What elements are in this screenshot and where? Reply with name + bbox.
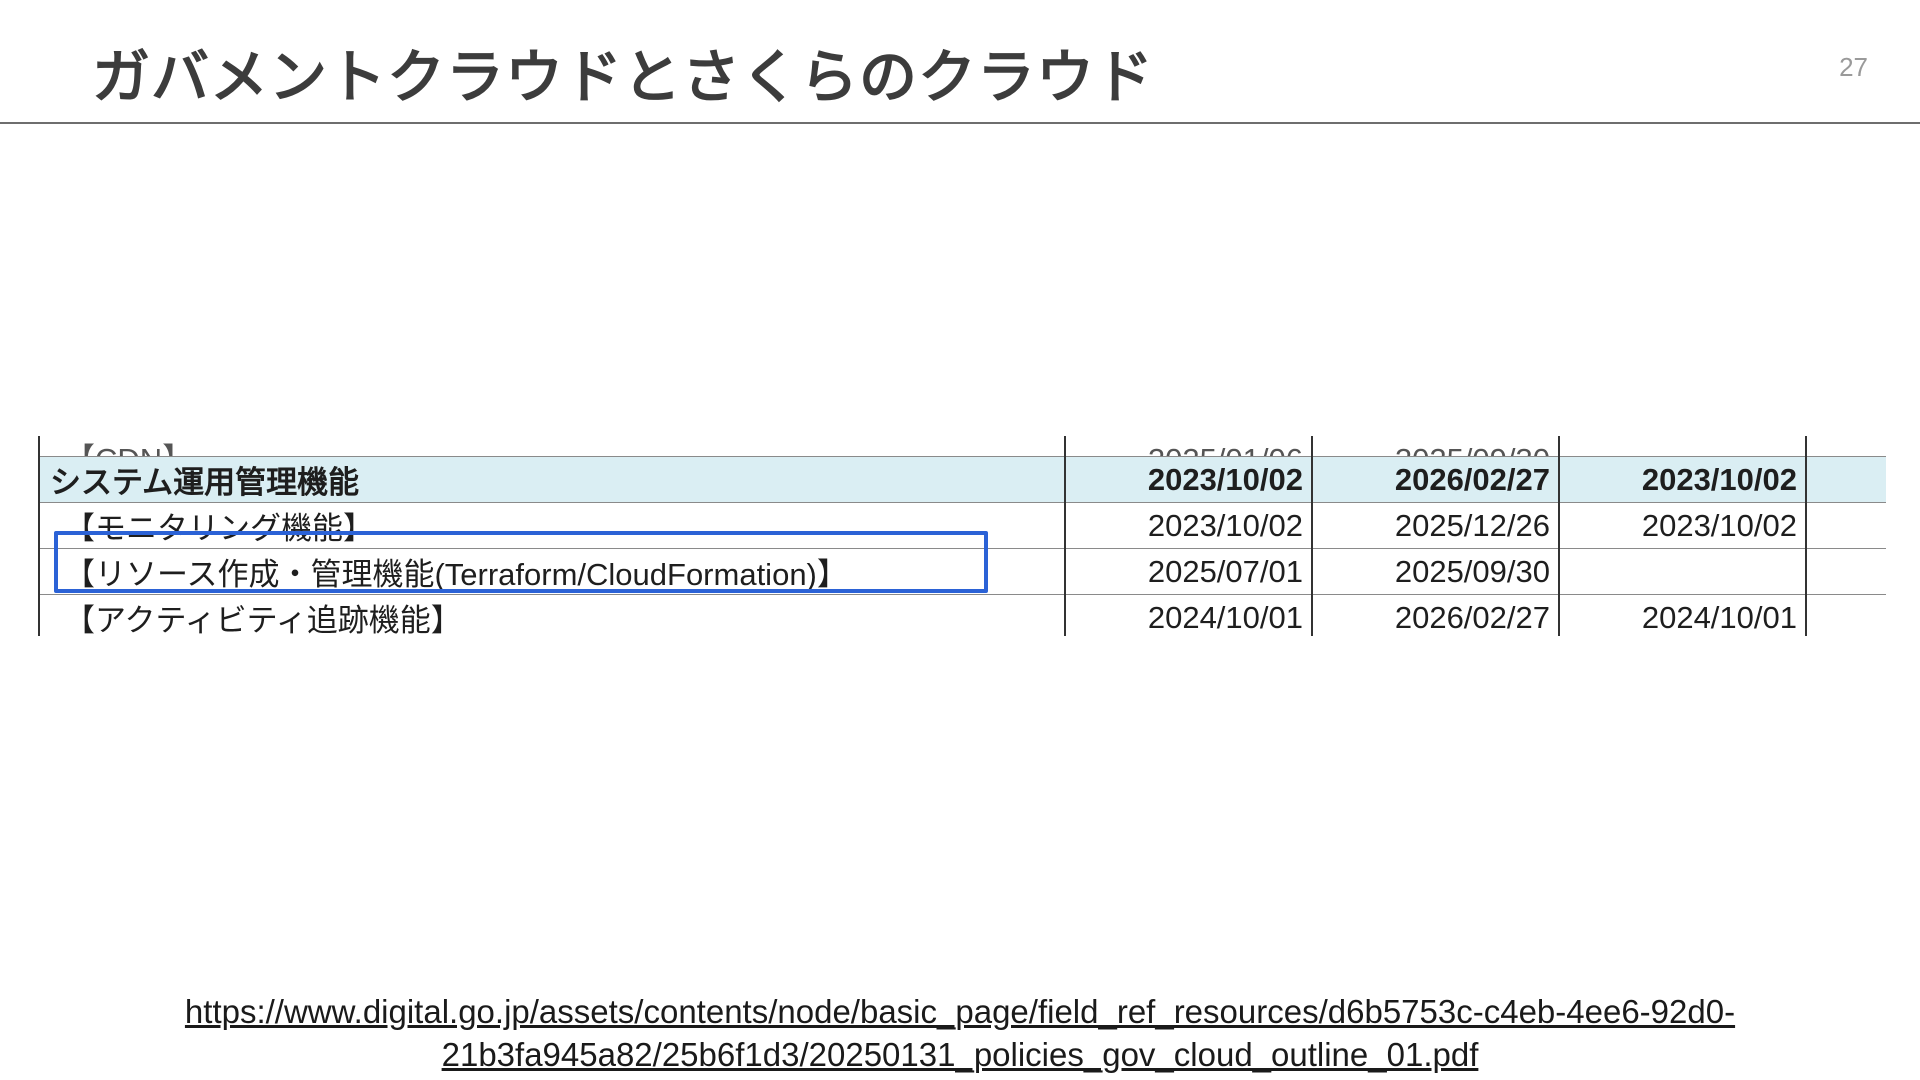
page-number: 27 [1839, 52, 1868, 82]
cell-third-date: 2024/10/01 [1558, 594, 1806, 636]
cell-start-date: 2023/10/02 [1064, 456, 1312, 503]
table-row-section: システム運用管理機能 2023/10/02 2026/02/27 2023/10… [38, 456, 1886, 503]
row-label: 【アクティビティ追跡機能】 [38, 594, 1065, 636]
cell-end-date: 2026/02/27 [1311, 456, 1559, 503]
table-row-partial: 【CDN】 2025/01/06 2025/09/30 [38, 436, 1886, 457]
table-row: 【アクティビティ追跡機能】 2024/10/01 2026/02/27 2024… [38, 594, 1886, 636]
cell-start-date: 2024/10/01 [1064, 594, 1312, 636]
highlight-box [54, 531, 988, 593]
cell-end-date: 2025/12/26 [1311, 502, 1559, 549]
header-divider [0, 122, 1920, 124]
row-label: 【CDN】 [64, 442, 193, 456]
cell-end-date: 2026/02/27 [1311, 594, 1559, 636]
cell-start-date: 2023/10/02 [1064, 502, 1312, 549]
cell-third-date: 2023/10/02 [1558, 502, 1806, 549]
row-label: システム運用管理機能 [38, 456, 1065, 503]
cell-third-date: 2023/10/02 [1558, 456, 1806, 503]
slide-title: ガバメントクラウドとさくらのクラウド [92, 43, 1155, 111]
cell-end-date: 2025/09/30 [1395, 442, 1550, 456]
cell-end-date: 2025/09/30 [1311, 548, 1559, 595]
cell-third-date [1558, 548, 1806, 595]
cell-start-date: 2025/01/06 [1148, 442, 1303, 456]
cell-start-date: 2025/07/01 [1064, 548, 1312, 595]
source-link[interactable]: https://www.digital.go.jp/assets/content… [60, 990, 1860, 1076]
